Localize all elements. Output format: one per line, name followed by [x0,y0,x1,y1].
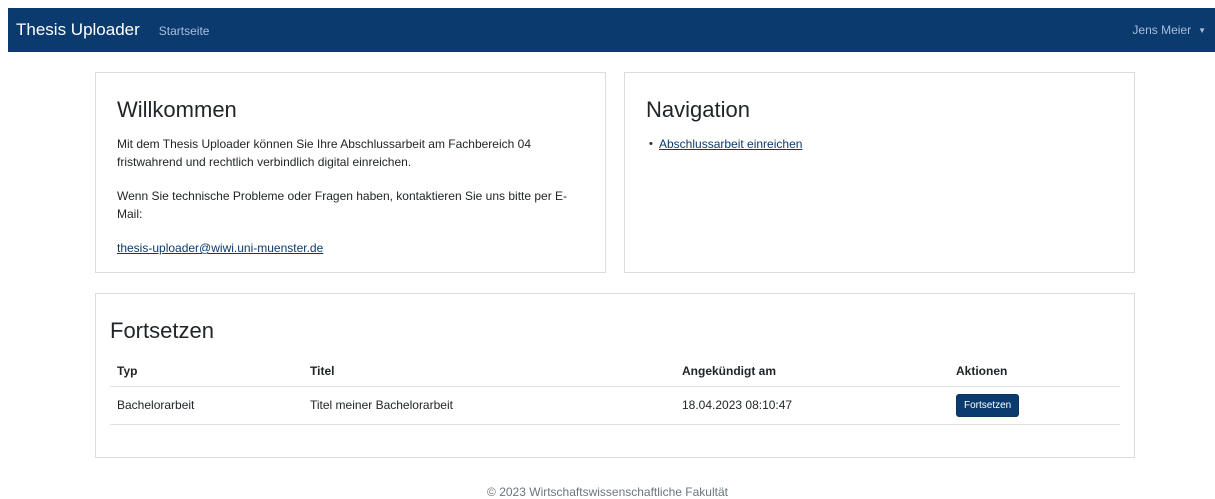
cell-typ: Bachelorarbeit [110,386,303,425]
column-header-titel: Titel [303,356,675,387]
column-header-typ: Typ [110,356,303,387]
navigation-list: • Abschlussarbeit einreichen [649,135,802,153]
continue-table: Typ Titel Angekündigt am Aktionen Bachel… [110,356,1120,425]
welcome-paragraph-contact: Wenn Sie technische Probleme oder Fragen… [117,189,568,221]
table-row: Bachelorarbeit Titel meiner Bachelorarbe… [110,386,1120,425]
welcome-paragraph-intro: Mit dem Thesis Uploader können Sie Ihre … [117,137,531,169]
brand-link[interactable]: Thesis Uploader [16,20,140,40]
column-header-angekuendigt: Angekündigt am [675,356,949,387]
welcome-title: Willkommen [117,97,237,122]
continue-card: Fortsetzen Typ Titel Angekündigt am Akti… [95,293,1135,458]
nav-item-submit-thesis[interactable]: Abschlussarbeit einreichen [659,137,802,151]
table-header-row: Typ Titel Angekündigt am Aktionen [110,356,1120,387]
nav-link-startseite[interactable]: Startseite [159,24,210,38]
cell-aktionen: Fortsetzen [949,386,1120,425]
bullet-icon: • [649,138,653,150]
welcome-card: Willkommen Mit dem Thesis Uploader könne… [95,72,606,273]
cell-titel: Titel meiner Bachelorarbeit [303,386,675,425]
contact-email-link[interactable]: thesis-uploader@wiwi.uni-muenster.de [117,241,323,255]
column-header-aktionen: Aktionen [949,356,1120,387]
caret-down-icon: ▼ [1198,25,1206,35]
navigation-title: Navigation [646,97,750,122]
top-navbar: Thesis Uploader Startseite Jens Meier ▼ [8,8,1215,52]
continue-title: Fortsetzen [110,318,214,343]
user-name: Jens Meier [1132,23,1192,37]
cell-datum: 18.04.2023 08:10:47 [675,386,949,425]
email-paragraph: thesis-uploader@wiwi.uni-muenster.de [117,239,587,257]
user-menu-dropdown[interactable]: Jens Meier ▼ [1132,8,1206,52]
navigation-card: Navigation • Abschlussarbeit einreichen [624,72,1135,273]
footer-copyright: © 2023 Wirtschaftswissenschaftliche Faku… [487,485,728,499]
continue-button[interactable]: Fortsetzen [956,393,1020,417]
